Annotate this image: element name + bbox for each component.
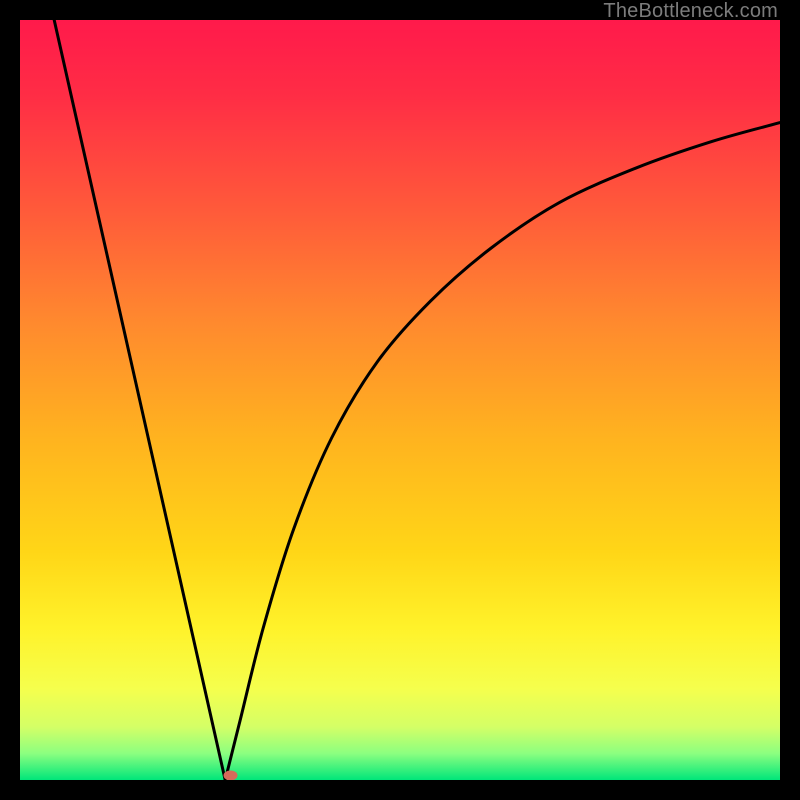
plot-background [20,20,780,780]
chart-frame [20,20,780,780]
chart-svg [20,20,780,780]
min-marker [224,770,238,780]
watermark-text: TheBottleneck.com [603,0,778,23]
